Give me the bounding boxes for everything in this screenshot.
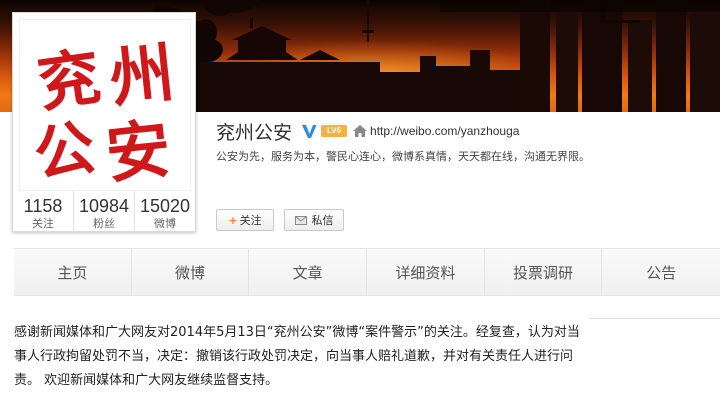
tab-polls[interactable]: 投票调研 [484,249,603,295]
tab-weibo[interactable]: 微博 [131,249,250,295]
profile-name-row: 兖州公安 LV6 http://weibo.com/yanzhouga [216,118,519,144]
avatar-card: 兖 州 公 安 1158 关注 10984 粉丝 15020 微博 [12,12,196,232]
tab-home[interactable]: 主页 [14,249,132,295]
avatar-char-1: 兖 [33,40,105,121]
avatar-char-3: 公 [29,112,100,190]
stat-value: 1158 [23,196,63,216]
stat-value: 10984 [78,196,130,216]
mail-icon [294,215,307,225]
stat-label: 微博 [154,217,176,230]
profile-description: 公安为先，服务为本，警民心连心，微博系真情，天天都在线，沟通无界限。 [216,150,590,163]
stat-label: 粉丝 [93,217,115,230]
verified-v-icon[interactable] [300,122,318,140]
message-label: 私信 [311,214,334,227]
tab-announcements[interactable]: 公告 [602,249,720,295]
homepage-link[interactable]: http://weibo.com/yanzhouga [370,124,519,138]
profile-name: 兖州公安 [216,121,293,144]
avatar-char-4: 安 [103,112,174,190]
profile-stats: 1158 关注 10984 粉丝 15020 微博 [13,191,195,231]
home-icon [353,125,368,137]
stat-value: 15020 [139,196,191,216]
plus-icon: + [228,213,238,227]
stat-followers[interactable]: 10984 粉丝 [74,191,135,231]
tab-details[interactable]: 详细资料 [367,249,485,295]
follow-label: 关注 [239,214,262,227]
stat-posts[interactable]: 15020 微博 [135,191,195,231]
level-badge[interactable]: LV6 [321,125,348,137]
avatar-calligraphy-image: 兖 州 公 安 [29,36,178,190]
stat-label: 关注 [32,217,54,230]
message-button[interactable]: 私信 [284,209,344,231]
divider [590,318,720,319]
tab-articles[interactable]: 文章 [249,249,368,295]
avatar-char-2: 州 [106,36,177,117]
profile-tabs: 主页 微博 文章 详细资料 投票调研 公告 [14,248,720,296]
stat-following[interactable]: 1158 关注 [13,191,74,231]
announcement-text: 感谢新闻媒体和广大网友对2014年5月13日“兖州公安”微博“案件警示”的关注。… [14,325,580,388]
follow-button[interactable]: + 关注 [216,209,274,231]
avatar[interactable]: 兖 州 公 安 [19,19,191,191]
